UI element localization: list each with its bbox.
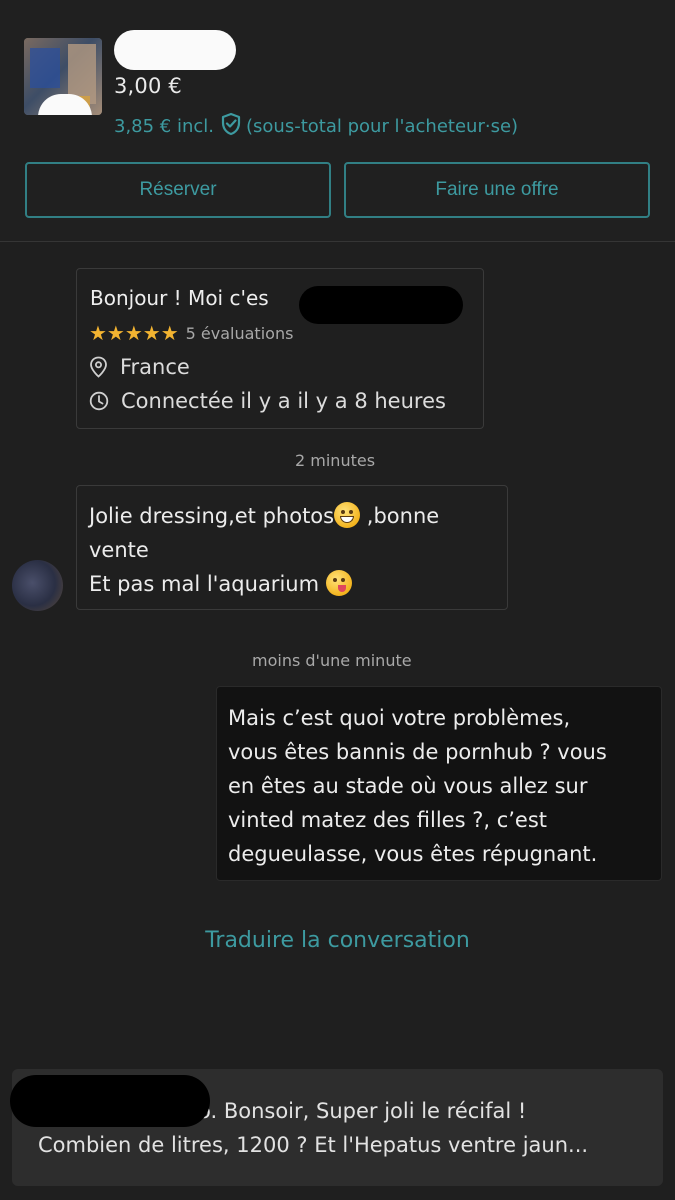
profile-greeting: Bonjour ! Moi c'es <box>90 286 269 310</box>
buyer-subtotal-label: (sous-total pour l'acheteur·se) <box>246 116 519 137</box>
reserve-button[interactable]: Réserver <box>25 162 331 218</box>
preview-line: Combien de litres, 1200 ? Et l'Hepatus v… <box>38 1133 589 1157</box>
last-seen-text: Connectée il y a il y a 8 heures <box>121 389 446 413</box>
sender-avatar[interactable] <box>12 560 63 611</box>
message-line: vous êtes bannis de pornhub ? vous <box>228 740 607 764</box>
message-line: Et pas mal l'aquarium <box>89 567 352 601</box>
outgoing-message[interactable]: Mais c’est quoi votre problèmes, vous êt… <box>216 686 662 881</box>
preview-line: o. Bonsoir, Super joli le récifal ! <box>198 1099 527 1123</box>
last-seen-row: Connectée il y a il y a 8 heures <box>89 389 446 413</box>
message-line: en êtes au stade où vous allez sur <box>228 774 588 798</box>
make-offer-button[interactable]: Faire une offre <box>344 162 650 218</box>
item-price: 3,00 € <box>114 74 182 98</box>
location-text: France <box>120 355 190 379</box>
message-text: Jolie dressing,et photos <box>89 504 335 528</box>
message-line: Jolie dressing,et photos ,bonne <box>89 499 439 533</box>
message-text: ,bonne <box>360 504 440 528</box>
rating-stars: ★★★★★ <box>89 321 179 345</box>
price-incl: 3,85 € incl. <box>114 116 215 137</box>
yum-face-emoji-icon <box>325 570 352 596</box>
sender-name-redaction <box>10 1075 210 1127</box>
item-header: 3,00 € 3,85 € incl. (sous-total pour l'a… <box>0 0 675 242</box>
price-incl-row[interactable]: 3,85 € incl. (sous-total pour l'acheteur… <box>114 112 518 141</box>
incoming-message[interactable]: Jolie dressing,et photos ,bonne vente Et… <box>76 485 508 610</box>
message-line: degueulasse, vous êtes répugnant. <box>228 842 598 866</box>
rating-count: 5 évaluations <box>185 323 294 343</box>
shield-check-icon <box>220 112 242 141</box>
rating-row: ★★★★★ 5 évaluations <box>89 321 293 345</box>
seller-profile-card[interactable]: Bonjour ! Moi c'es ★★★★★ 5 évaluations F… <box>76 268 484 429</box>
clock-icon <box>89 391 109 411</box>
message-line: vente <box>89 538 149 562</box>
grinning-face-emoji-icon <box>334 502 361 528</box>
message-text: Et pas mal l'aquarium <box>89 572 326 596</box>
message-timestamp: 2 minutes <box>295 451 376 470</box>
message-timestamp: moins d'une minute <box>252 651 412 670</box>
translate-conversation-link[interactable]: Traduire la conversation <box>0 928 675 953</box>
message-line: Mais c’est quoi votre problèmes, <box>228 706 571 730</box>
username-redaction <box>299 286 463 324</box>
message-line: vinted matez des filles ?, c’est <box>228 808 548 832</box>
item-title-redaction <box>114 30 236 70</box>
item-thumbnail[interactable] <box>24 38 102 115</box>
location-pin-icon <box>90 356 107 378</box>
location-row: France <box>89 355 190 379</box>
